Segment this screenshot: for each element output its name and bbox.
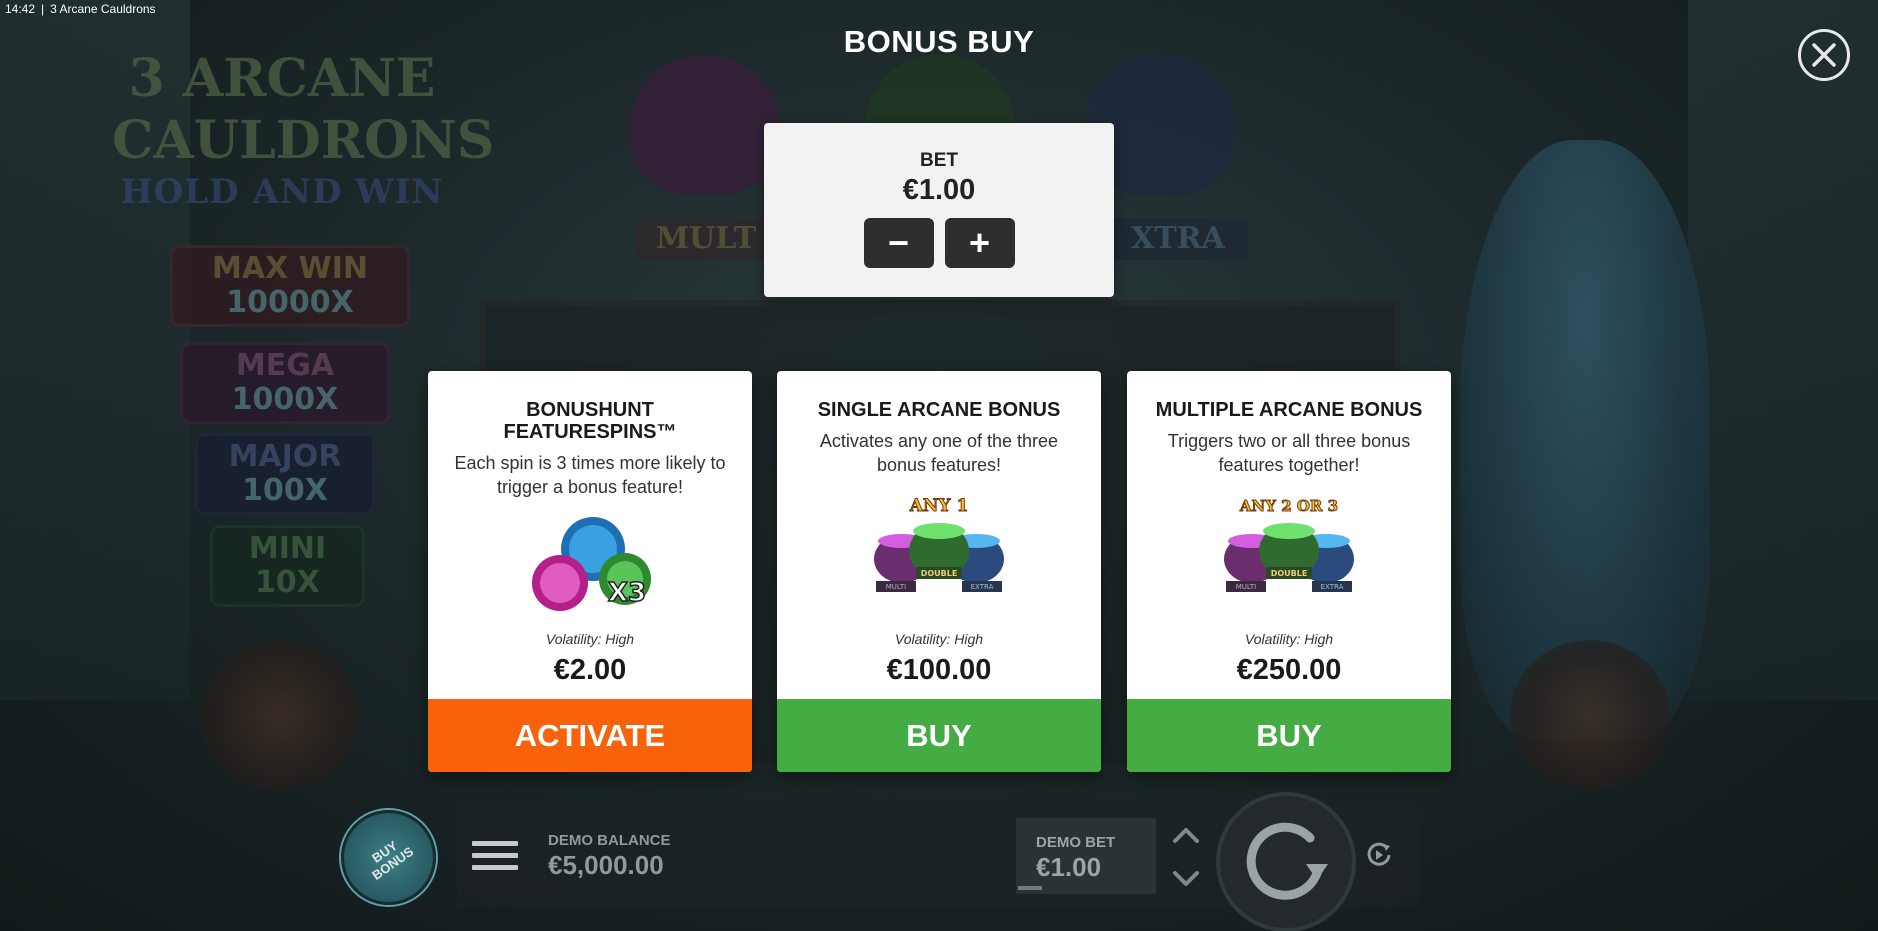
spin-button[interactable] <box>1216 792 1356 931</box>
card-price: €250.00 <box>1236 654 1342 686</box>
bet-level-bar <box>1018 886 1042 890</box>
bonus-card-bonushunt: BONUSHUNT FEATURESPINS™ Each spin is 3 t… <box>428 371 752 772</box>
art-sub-right: EXTRA <box>1321 583 1344 591</box>
balance-display: DEMO BALANCE €5,000.00 <box>548 832 671 881</box>
card-volatility: Volatility: High <box>1244 631 1334 647</box>
menu-button[interactable] <box>472 832 518 878</box>
single-bonus-artwork: ANY 1 DOUBLE MULTI EXTRA <box>864 489 1014 599</box>
bonus-card-single-arcane: SINGLE ARCANE BONUS Activates any one of… <box>777 371 1101 772</box>
demo-bet-display: DEMO BET €1.00 <box>1016 818 1156 894</box>
card-price: €100.00 <box>886 654 992 686</box>
chevron-down-icon[interactable] <box>1172 870 1200 888</box>
card-price: €2.00 <box>553 654 627 686</box>
card-description: Triggers two or all three bonus features… <box>1167 431 1411 475</box>
card-title: SINGLE ARCANE BONUS <box>817 399 1061 421</box>
bet-stepper: − + <box>764 218 1114 268</box>
art-label: ANY 1 <box>909 496 969 516</box>
demo-bet-value: €1.00 <box>1036 852 1102 882</box>
title-separator: | <box>41 2 45 16</box>
bonushunt-artwork: X3 <box>515 511 665 621</box>
bet-arrows <box>1166 826 1206 888</box>
card-title: BONUSHUNT FEATURESPINS™ <box>503 399 677 443</box>
card-volatility: Volatility: High <box>545 631 635 647</box>
buy-bonus-button[interactable]: BUY BONUS <box>341 810 436 905</box>
hamburger-icon-bar <box>472 840 518 846</box>
window-title: 3 Arcane Cauldrons <box>50 2 156 16</box>
clock: 14:42 <box>5 2 36 16</box>
cauldrons-icon: ANY 2 OR 3 DOUBLE MULTI EXTRA <box>1224 497 1354 592</box>
buy-bonus-label: BUY BONUS <box>368 837 416 883</box>
card-title: MULTIPLE ARCANE BONUS <box>1155 399 1423 421</box>
card-description: Activates any one of the three bonus fea… <box>819 431 1059 475</box>
balance-value: €5,000.00 <box>548 850 664 880</box>
art-sub-mid: DOUBLE <box>1271 569 1308 578</box>
card-volatility: Volatility: High <box>894 631 984 647</box>
window-titlebar: 14:42 | 3 Arcane Cauldrons <box>0 0 167 18</box>
bet-panel: BET €1.00 − + <box>764 123 1114 297</box>
hamburger-icon-bar <box>472 852 518 858</box>
card-description: Each spin is 3 times more likely to trig… <box>454 453 726 497</box>
spin-icon <box>1246 822 1328 900</box>
cauldrons-icon: ANY 1 DOUBLE MULTI EXTRA <box>874 496 1004 592</box>
bonus-card-multiple-arcane: MULTIPLE ARCANE BONUS Triggers two or al… <box>1127 371 1451 772</box>
balance-label: DEMO BALANCE <box>548 832 671 849</box>
art-label: ANY 2 OR 3 <box>1239 497 1338 515</box>
art-sub-left: MULTI <box>886 583 906 591</box>
chevron-up-icon[interactable] <box>1172 826 1200 844</box>
close-button[interactable] <box>1798 29 1850 81</box>
bet-value: €1.00 <box>902 174 976 206</box>
featurespins-icon: X3 <box>532 517 651 611</box>
art-sub-mid: DOUBLE <box>921 569 958 578</box>
autoplay-icon <box>1367 842 1391 866</box>
art-sub-right: EXTRA <box>971 583 994 591</box>
buy-single-button[interactable]: BUY <box>777 699 1101 772</box>
activate-button[interactable]: ACTIVATE <box>428 699 752 772</box>
decrease-bet-button[interactable]: − <box>863 218 934 268</box>
close-icon <box>1812 43 1836 67</box>
art-label: X3 <box>608 578 646 608</box>
art-sub-left: MULTI <box>1236 583 1256 591</box>
modal-title: BONUS BUY <box>843 24 1035 59</box>
buy-multiple-button[interactable]: BUY <box>1127 699 1451 772</box>
autoplay-button[interactable] <box>1362 838 1396 872</box>
demo-bet-label: DEMO BET <box>1036 834 1116 851</box>
hamburger-icon-bar <box>472 864 518 870</box>
increase-bet-button[interactable]: + <box>944 218 1015 268</box>
multiple-bonus-artwork: ANY 2 OR 3 DOUBLE MULTI EXTRA <box>1214 489 1364 599</box>
bet-label: BET <box>920 150 958 171</box>
